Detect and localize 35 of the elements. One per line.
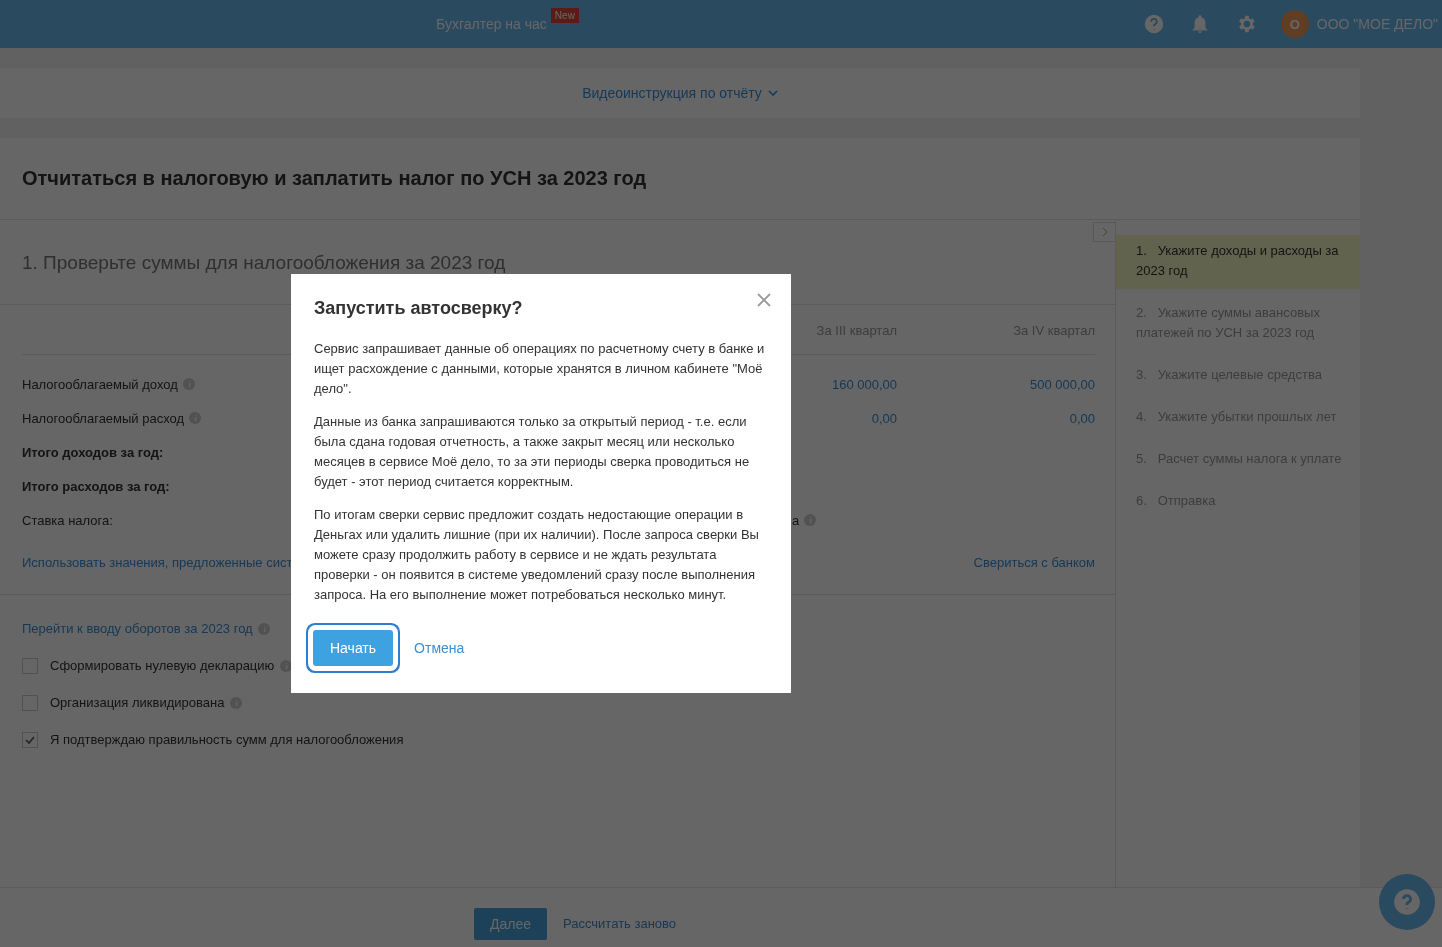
checkbox-label: Сформировать нулевую декларацию (50, 658, 275, 673)
rate-text: а (792, 512, 800, 528)
info-icon[interactable] (280, 659, 293, 672)
checkbox-label: Организация ликвидирована (50, 695, 225, 710)
help-button[interactable] (1379, 874, 1435, 930)
bank-reconcile-link[interactable]: Свериться с банком (973, 555, 1095, 570)
suggested-values-link[interactable]: Использовать значения, предложенные сист (22, 555, 293, 570)
recalculate-link[interactable]: Рассчитать заново (563, 916, 677, 931)
chevron-down-icon (767, 90, 778, 96)
help-icon[interactable] (1142, 13, 1165, 35)
page-title: Отчитаться в налоговую и заплатить налог по УСН за 2023 год (22, 167, 647, 190)
new-badge: New (550, 7, 579, 23)
dialog-paragraph: По итогам сверки сервис предложит создать недостающие операции в Деньгах или удалить лишние (при их наличии). После запроса сверки Вы можете сразу продолжить работу в сервисе и не ждать результата проверки - он появится в системе уведомлений сразу после выполнения запроса. На его выполнение может потребоваться несколько минут. (314, 506, 760, 604)
table-cell: 500 000,00 (1029, 376, 1095, 392)
row-label: Итого расходов за год: (22, 478, 170, 494)
collapse-button[interactable] (1093, 222, 1115, 242)
cancel-link[interactable]: Отмена (414, 640, 465, 656)
table-cell: 0,00 (871, 410, 897, 426)
check-icon (25, 735, 35, 744)
chevron-right-icon (1100, 227, 1109, 237)
row-label: Налогооблагаемый доход (22, 376, 178, 392)
checkbox-label: Я подтверждаю правильность сумм для налогообложения (50, 732, 404, 747)
table-cell: 160 000,00 (831, 376, 897, 392)
row-label: Налогооблагаемый расход (22, 410, 185, 426)
help-icon (1393, 888, 1421, 916)
row-label: Ставка налога: (22, 512, 113, 528)
table-cell: 0,00 (1069, 410, 1095, 426)
avatar[interactable]: О (1280, 10, 1309, 38)
video-instruction-link[interactable]: Видеоинструкция по отчёту (582, 85, 778, 101)
dialog-paragraph: Данные из банка запрашиваются только за открытый период - т.е. если была сдана годовая отчетность, а также закрыт месяц или несколько месяцев в сервисе Моё дело, то за эти периоды сверка проводиться не будет - этот период считается корректным. (314, 413, 751, 491)
row-label: Итого доходов за год: (22, 444, 164, 460)
turnover-link[interactable]: Перейти к вводу оборотов за 2023 год (22, 621, 253, 636)
step-item[interactable]: 1. Укажите доходы и расходы за 2023 год (1116, 235, 1360, 289)
next-button[interactable]: Далее (474, 907, 547, 940)
checkbox[interactable] (22, 731, 38, 748)
